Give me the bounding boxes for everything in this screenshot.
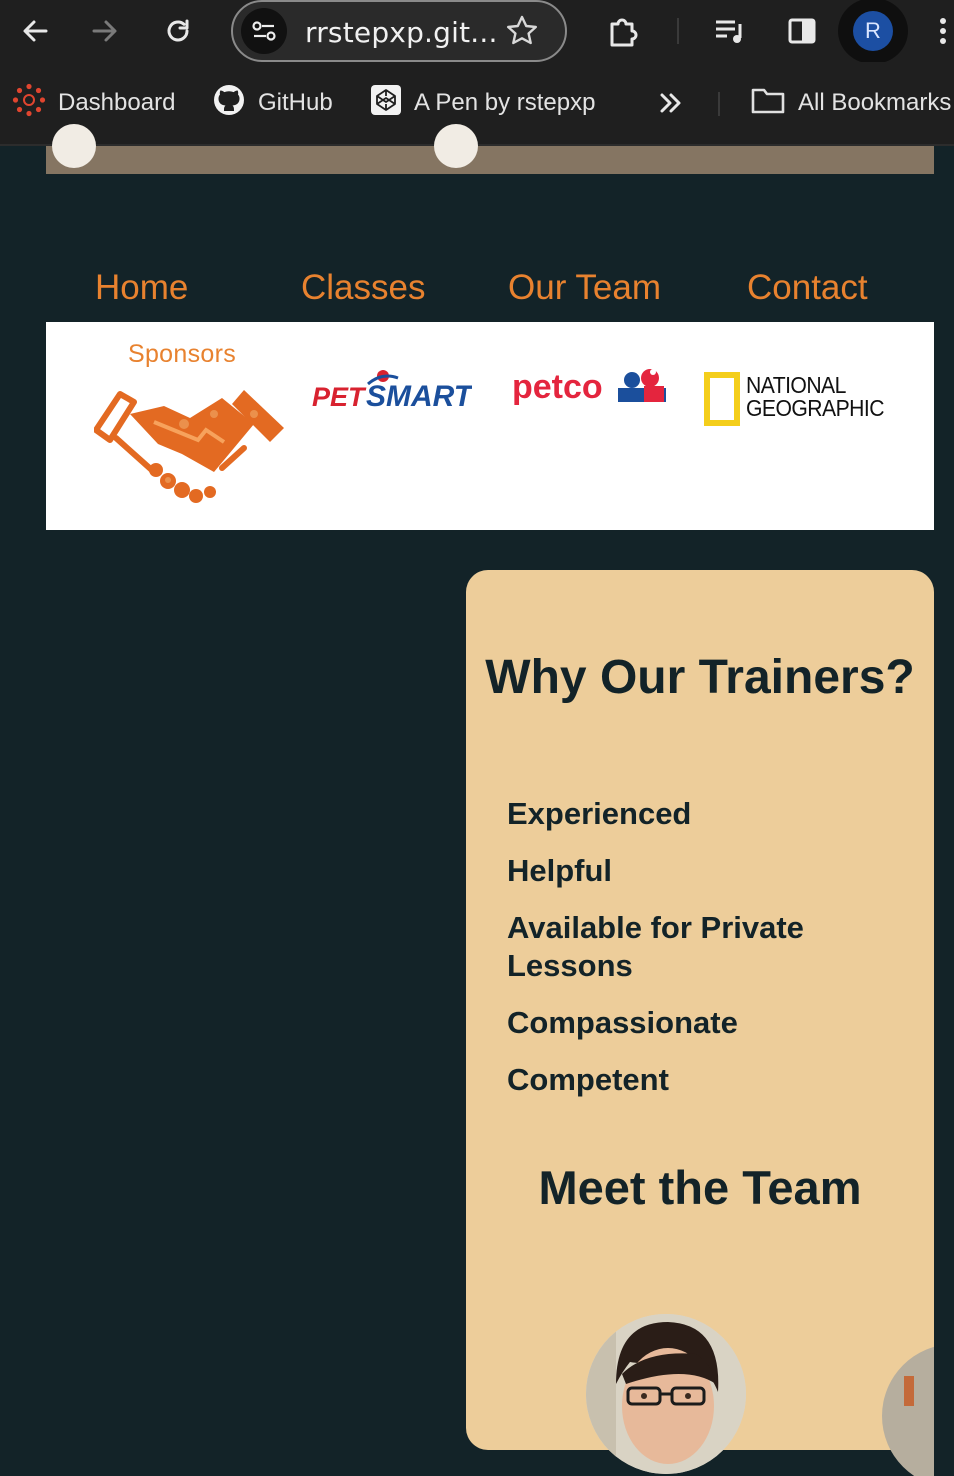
profile-avatar[interactable]: R <box>838 0 908 64</box>
canvas-icon <box>12 83 46 124</box>
carousel-dot[interactable] <box>434 124 478 168</box>
hero-image-bottom-edge <box>46 124 934 174</box>
nav-contact-link[interactable]: Contact <box>747 268 868 308</box>
bookmark-dashboard[interactable]: Dashboard <box>12 82 175 124</box>
bookmark-label: A Pen by rstepxp <box>414 89 596 116</box>
bookmark-star-icon[interactable] <box>505 14 539 53</box>
side-panel-icon[interactable] <box>783 12 821 50</box>
list-item: Helpful <box>507 853 613 888</box>
qualities-list: Experienced Helpful Available for Privat… <box>507 795 907 1118</box>
address-bar[interactable]: rrstepxp.git... <box>231 0 567 62</box>
carousel-dot[interactable] <box>52 124 96 168</box>
kebab-menu-icon[interactable] <box>928 12 954 50</box>
all-bookmarks-label: All Bookmarks <box>798 89 952 116</box>
trainer-photo[interactable] <box>874 1336 934 1476</box>
media-queue-icon[interactable] <box>711 12 749 50</box>
bookmarks-divider <box>718 92 720 116</box>
natgeo-line2: GEOGRAPHIC <box>746 395 884 421</box>
site-settings-icon[interactable] <box>241 8 287 54</box>
bookmark-label: GitHub <box>258 89 333 116</box>
team-title: Meet the Team <box>538 1161 862 1214</box>
list-item: Competent <box>507 1062 669 1097</box>
github-icon <box>212 83 246 124</box>
svg-text:PET: PET <box>312 382 367 412</box>
url-text: rrstepxp.git... <box>305 16 498 49</box>
back-arrow-icon[interactable] <box>16 12 54 50</box>
bookmark-github[interactable]: GitHub <box>212 82 333 124</box>
bookmark-codepen[interactable]: A Pen by rstepxp <box>370 82 595 124</box>
bookmark-label: Dashboard <box>58 89 176 116</box>
nav-our-team-link[interactable]: Our Team <box>508 268 661 308</box>
reload-icon[interactable] <box>159 12 197 50</box>
extensions-puzzle-icon[interactable] <box>604 12 642 50</box>
list-item: Compassionate <box>507 1005 738 1040</box>
why-title: Why Our Trainers? <box>485 651 915 704</box>
trainer-photo[interactable] <box>586 1314 746 1474</box>
forward-arrow-icon[interactable] <box>86 12 124 50</box>
svg-text:SMART: SMART <box>366 380 472 413</box>
nav-classes-link[interactable]: Classes <box>301 268 425 308</box>
sponsors-title: Sponsors <box>128 340 237 368</box>
toolbar-divider <box>677 18 679 44</box>
codepen-icon <box>370 84 402 123</box>
bookmarks-bar: Dashboard GitHub A Pen by rstepxp All Bo… <box>0 62 954 146</box>
list-item: Available for Private Lessons <box>507 910 804 983</box>
natgeo-yellow-frame <box>704 372 740 426</box>
svg-text:petco: petco <box>512 368 603 406</box>
why-trainers-card: Why Our Trainers? Experienced Helpful Av… <box>466 570 934 1476</box>
petsmart-logo: PET SMART <box>312 366 475 414</box>
petco-logo: petco <box>510 364 670 410</box>
all-bookmarks-folder[interactable]: All Bookmarks <box>750 82 951 124</box>
natgeo-line1: NATIONAL <box>746 372 846 398</box>
main-nav: Home Classes Our Team Contact <box>0 268 954 318</box>
list-item: Experienced <box>507 796 692 831</box>
handshake-icon <box>93 384 286 508</box>
natgeo-logo: NATIONAL GEOGRAPHIC <box>700 368 884 426</box>
profile-initial: R <box>853 11 893 51</box>
folder-icon <box>750 85 786 122</box>
browser-toolbar: rrstepxp.git... R <box>0 0 954 64</box>
sponsors-banner: Sponsors PET SMART petco NATIONAL GEOGRA… <box>46 322 934 530</box>
more-bookmarks-chevron-icon[interactable] <box>658 82 684 124</box>
nav-home-link[interactable]: Home <box>95 268 188 308</box>
